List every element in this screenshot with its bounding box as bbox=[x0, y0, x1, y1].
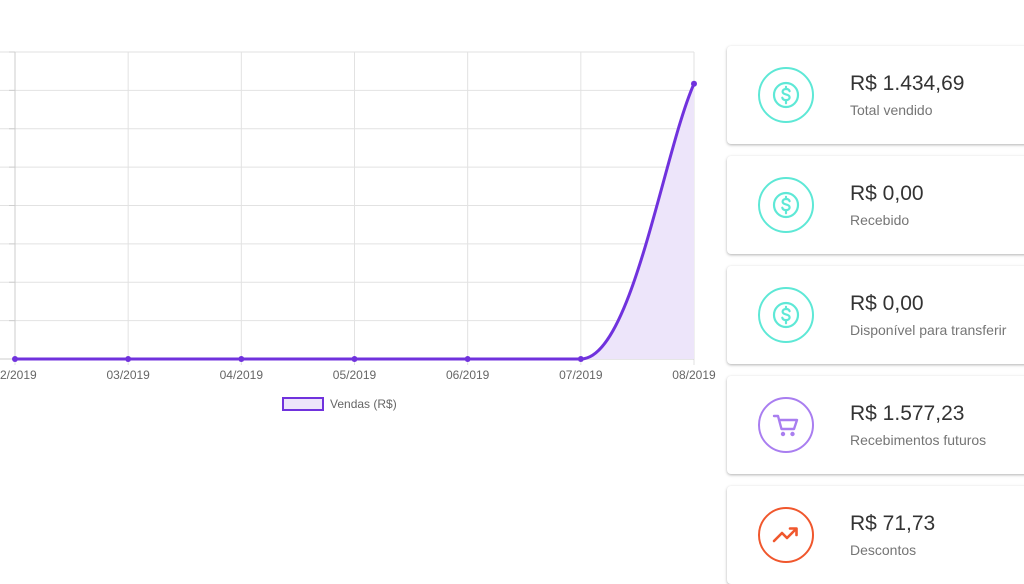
card-value: R$ 1.434,69 bbox=[850, 72, 965, 95]
x-tick-label: 06/2019 bbox=[446, 368, 490, 382]
cart-icon bbox=[772, 414, 799, 437]
data-point bbox=[351, 356, 358, 362]
x-tick-label: 08/2019 bbox=[672, 368, 716, 382]
sales-chart-svg: 02/2019 03/2019 04/2019 05/2019 06/2019 07/20… bbox=[0, 51, 716, 382]
card-icon-circle bbox=[758, 397, 814, 453]
card-icon-circle bbox=[758, 287, 814, 343]
dollar-icon bbox=[772, 301, 800, 329]
data-point bbox=[125, 356, 132, 362]
data-point bbox=[12, 356, 18, 362]
legend-label: Vendas (R$) bbox=[330, 397, 397, 411]
card-icon-circle bbox=[758, 177, 814, 233]
trending-up-icon bbox=[772, 527, 798, 543]
dollar-icon bbox=[772, 191, 800, 219]
card-value: R$ 71,73 bbox=[850, 512, 936, 535]
card-disponivel: R$ 0,00 Disponível para transferir bbox=[727, 266, 1024, 364]
card-descontos: R$ 71,73 Descontos bbox=[727, 486, 1024, 584]
card-total-vendido: R$ 1.434,69 Total vendido bbox=[727, 46, 1024, 144]
card-label: Total vendido bbox=[850, 102, 933, 118]
chart-legend[interactable]: Vendas (R$) bbox=[282, 396, 397, 412]
data-point bbox=[577, 356, 584, 362]
x-tick-label: 05/2019 bbox=[333, 368, 377, 382]
card-value: R$ 0,00 bbox=[850, 292, 924, 315]
data-point bbox=[691, 80, 697, 87]
x-tick-label: 03/2019 bbox=[106, 368, 150, 382]
card-value: R$ 0,00 bbox=[850, 182, 924, 205]
card-icon-circle bbox=[758, 507, 814, 563]
x-tick-label: 04/2019 bbox=[220, 368, 264, 382]
dollar-icon bbox=[772, 81, 800, 109]
card-label: Recebido bbox=[850, 212, 910, 228]
sales-chart: 02/2019 03/2019 04/2019 05/2019 06/2019 07/20… bbox=[0, 0, 720, 576]
card-label: Recebimentos futuros bbox=[850, 432, 987, 448]
card-recebido: R$ 0,00 Recebido bbox=[727, 156, 1024, 254]
data-point bbox=[464, 356, 471, 362]
legend-swatch bbox=[282, 397, 324, 411]
card-value: R$ 1.577,23 bbox=[850, 402, 965, 425]
card-label: Disponível para transferir bbox=[850, 322, 1007, 338]
x-tick-label: 02/2019 bbox=[0, 368, 37, 382]
x-tick-label: 07/2019 bbox=[559, 368, 603, 382]
card-icon-circle bbox=[758, 67, 814, 123]
card-recebimentos-futuros: R$ 1.577,23 Recebimentos futuros bbox=[727, 376, 1024, 474]
data-point bbox=[238, 356, 245, 362]
card-label: Descontos bbox=[850, 542, 917, 558]
